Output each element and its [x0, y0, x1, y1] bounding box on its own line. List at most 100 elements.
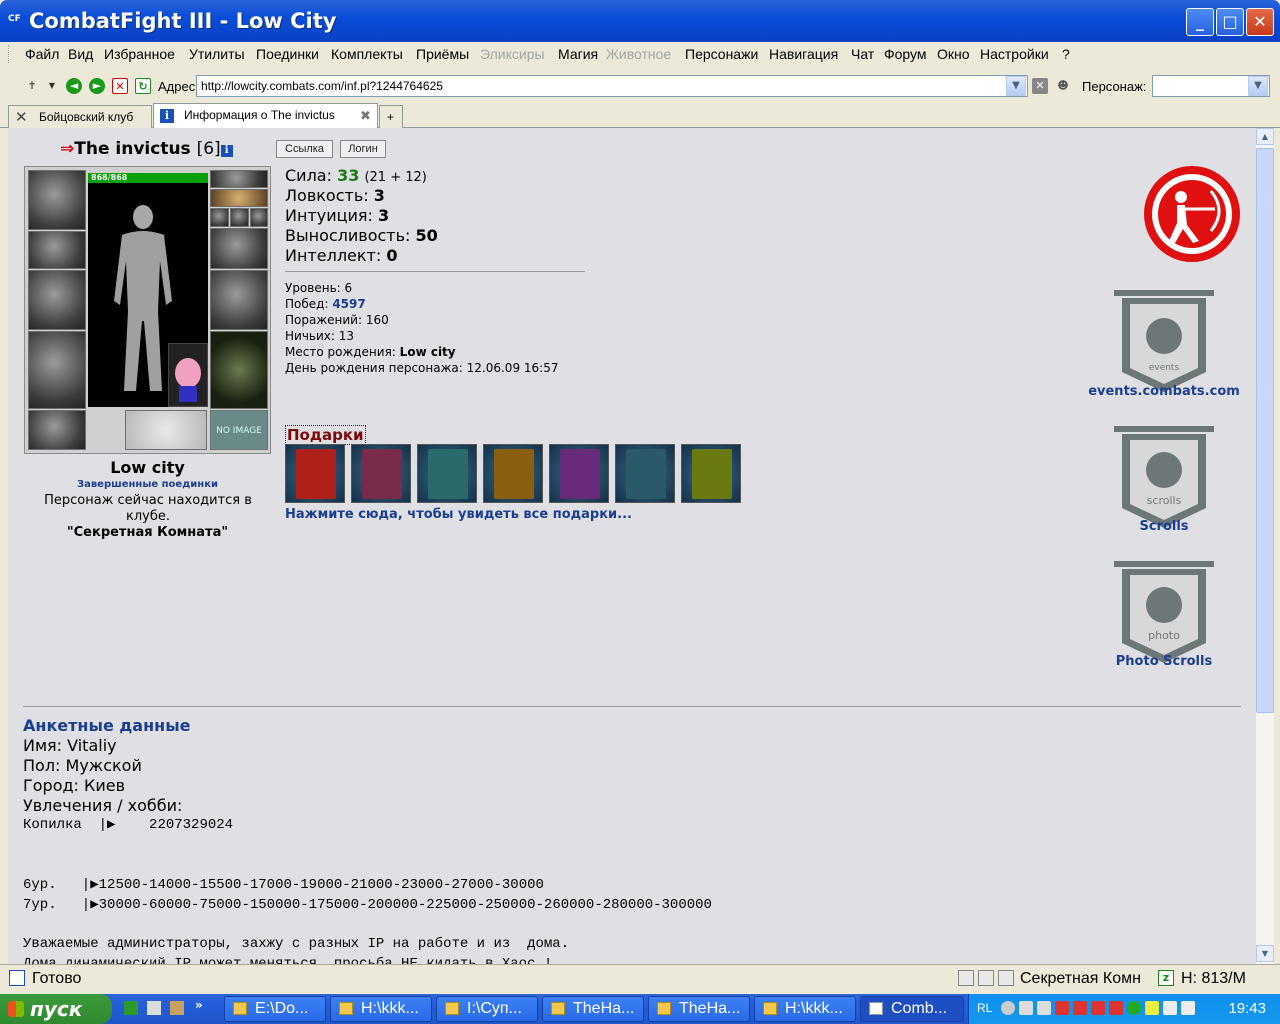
address-input[interactable]: http://lowcity.combats.com/inf.pl?124476… [196, 75, 1028, 97]
menu-window[interactable]: Окно [937, 46, 970, 62]
start-button[interactable]: пуск [0, 994, 112, 1024]
new-tab-button[interactable]: + [379, 105, 403, 128]
menu-navigation[interactable]: Навигация [769, 46, 838, 62]
ring2-slot[interactable] [230, 208, 249, 227]
archer-icon[interactable] [1141, 163, 1243, 265]
address-dropdown[interactable]: ▼ [1006, 76, 1026, 96]
gift-item[interactable] [681, 444, 741, 503]
menu-techniques[interactable]: Приёмы [416, 46, 469, 62]
taskbar-item[interactable]: H:\kkk... [330, 996, 432, 1022]
gift-item[interactable] [483, 444, 543, 503]
quicklaunch-icon-1[interactable] [124, 1001, 138, 1015]
stop-icon[interactable]: ✕ [112, 78, 128, 94]
tray-icon[interactable] [1109, 1001, 1123, 1015]
tray-icon[interactable] [1181, 1001, 1195, 1015]
menu-file[interactable]: Файл [25, 46, 59, 62]
quicklaunch-expand-icon[interactable]: » [195, 998, 203, 1012]
menu-chat[interactable]: Чат [851, 46, 874, 62]
tray-icon[interactable] [1073, 1001, 1087, 1015]
photo-scrolls-link[interactable]: Photo Scrolls [1104, 654, 1224, 669]
refresh-status-icon[interactable]: z [1158, 970, 1174, 986]
tray-icon[interactable] [1163, 1001, 1177, 1015]
taskbar-item[interactable]: H:\kkk... [754, 996, 856, 1022]
taskbar-item[interactable]: I:\Суп... [436, 996, 538, 1022]
helmet-slot[interactable] [28, 170, 86, 230]
status-icon-1[interactable] [958, 970, 974, 986]
boots-slot[interactable]: NO IMAGE [210, 410, 268, 450]
ring3-slot[interactable] [250, 208, 268, 227]
finished-fights-link[interactable]: Завершенные поединки [24, 479, 271, 490]
character-avatar[interactable] [88, 173, 208, 407]
see-all-gifts-link[interactable]: Нажмите сюда, чтобы увидеть все подарки.… [285, 507, 632, 522]
gift-item[interactable] [549, 444, 609, 503]
menu-magic[interactable]: Магия [558, 46, 598, 62]
link-button[interactable]: Ссылка [276, 140, 333, 158]
scroll-up-button[interactable]: ▲ [1256, 128, 1274, 145]
menu-help[interactable]: ? [1062, 46, 1070, 62]
menu-settings[interactable]: Настройки [980, 46, 1049, 62]
taskbar-item[interactable]: TheHa... [542, 996, 644, 1022]
taskbar-item-active[interactable]: Comb... [860, 996, 964, 1022]
minimize-button[interactable]: _ [1186, 8, 1214, 36]
gloves-slot[interactable] [210, 228, 268, 269]
cross-icon[interactable]: ✝ [24, 78, 40, 94]
menu-utilities[interactable]: Утилиты [189, 46, 245, 62]
refresh-icon[interactable]: ↻ [135, 78, 151, 94]
tray-icon[interactable] [1091, 1001, 1105, 1015]
legs-slot[interactable] [210, 331, 268, 409]
armor-slot[interactable] [28, 331, 86, 409]
maximize-button[interactable]: □ [1216, 8, 1244, 36]
tray-icon[interactable] [1037, 1001, 1051, 1015]
photo-scrolls-banner-icon[interactable]: photo [1114, 559, 1214, 665]
bracers-slot[interactable] [28, 231, 86, 269]
belt-slot[interactable] [28, 410, 86, 450]
tray-icon[interactable] [1127, 1001, 1141, 1015]
scrolls-banner-icon[interactable]: scrolls [1114, 424, 1214, 530]
dropdown-arrow-icon[interactable]: ▼ [44, 78, 60, 94]
info-icon[interactable]: i [220, 145, 233, 157]
gift-item[interactable] [417, 444, 477, 503]
menu-view[interactable]: Вид [68, 46, 93, 62]
tab-fight-club[interactable]: ✕ Бойцовский клуб [8, 105, 152, 128]
tray-icon[interactable] [1145, 1001, 1159, 1015]
menu-fights[interactable]: Поединки [256, 46, 319, 62]
vertical-scrollbar[interactable]: ▲ ▼ [1256, 128, 1274, 964]
menu-favorites[interactable]: Избранное [104, 46, 175, 62]
tab-close-icon[interactable]: ✖ [360, 108, 371, 124]
taskbar-item[interactable]: TheHa... [648, 996, 750, 1022]
pet-slot[interactable] [168, 343, 208, 407]
users-icon[interactable]: ☻ [1055, 78, 1071, 94]
language-indicator[interactable]: RL [977, 1001, 992, 1015]
status-icon-3[interactable] [998, 970, 1014, 986]
amulet-slot[interactable] [210, 189, 268, 207]
menu-forum[interactable]: Форум [884, 46, 927, 62]
tab-character-info[interactable]: i Информация о The invictus ✖ [153, 103, 378, 129]
events-banner-icon[interactable]: events [1114, 288, 1214, 394]
taskbar-item[interactable]: E:\Do... [224, 996, 326, 1022]
ring1-slot[interactable] [210, 208, 229, 227]
back-icon[interactable]: ◄ [66, 78, 82, 94]
close-page-icon[interactable]: ✕ [1032, 78, 1048, 94]
weapon-slot[interactable] [28, 270, 86, 330]
shield-slot[interactable] [210, 270, 268, 330]
tray-icon[interactable] [1019, 1001, 1033, 1015]
scrolls-link[interactable]: Scrolls [1114, 519, 1214, 534]
gift-item[interactable] [285, 444, 345, 503]
close-button[interactable]: ✕ [1246, 8, 1274, 36]
menu-characters[interactable]: Персонажи [685, 46, 758, 62]
tray-icon[interactable] [1001, 1001, 1015, 1015]
gift-item[interactable] [351, 444, 411, 503]
tray-icon[interactable] [1055, 1001, 1069, 1015]
toolbar-grip[interactable] [8, 45, 11, 63]
login-button[interactable]: Логин [340, 140, 386, 158]
scroll-down-button[interactable]: ▼ [1256, 945, 1274, 962]
events-link[interactable]: events.combats.com [1086, 384, 1242, 399]
status-icon-2[interactable] [978, 970, 994, 986]
scroll-thumb[interactable] [1256, 148, 1274, 713]
title-bar[interactable]: CF CombatFight III - Low City _ □ ✕ [0, 0, 1280, 42]
character-dropdown[interactable]: ▼ [1248, 76, 1268, 96]
quicklaunch-icon-2[interactable] [147, 1001, 161, 1015]
menu-sets[interactable]: Комплекты [331, 46, 403, 62]
gift-item[interactable] [615, 444, 675, 503]
quicklaunch-icon-3[interactable] [170, 1001, 184, 1015]
